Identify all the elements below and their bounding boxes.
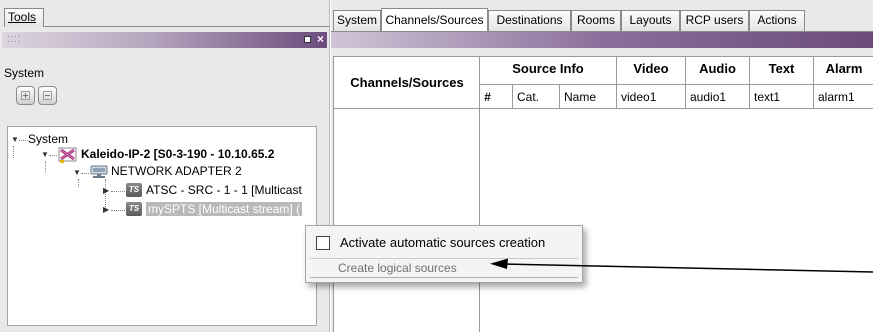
expand-arrow-icon[interactable]: ▶ [103, 202, 109, 217]
tree-item-adapter-label: NETWORK ADAPTER 2 [111, 164, 242, 178]
section-label: System [4, 66, 45, 80]
auto-creation-checkbox[interactable] [316, 236, 330, 250]
column-group-header: Text [750, 57, 814, 85]
column-header-alarm[interactable]: alarm1 [814, 85, 873, 109]
callout-arrow-icon [490, 258, 873, 273]
tab-bar: System Channels/Sources Destinations Roo… [331, 8, 873, 32]
tab-rooms[interactable]: Rooms [571, 10, 621, 31]
tab-channels-sources[interactable]: Channels/Sources [381, 8, 488, 32]
tree-item-stream[interactable]: TS ATSC - SRC - 1 - 1 [Multicast [126, 183, 302, 198]
transport-stream-icon: TS [126, 202, 142, 216]
expand-arrow-icon[interactable]: ▼ [11, 132, 19, 147]
tree-item-network-adapter[interactable]: NETWORK ADAPTER 2 [90, 164, 242, 179]
tab-rcp-users[interactable]: RCP users [680, 10, 749, 31]
tree-item-system[interactable]: System [28, 132, 68, 147]
kaleido-device-icon [58, 147, 78, 163]
menu-item-label: Activate automatic sources creation [340, 235, 546, 250]
menu-item-activate-auto-creation[interactable]: Activate automatic sources creation [310, 231, 578, 255]
row-header-label: Channels/Sources [334, 57, 480, 109]
tab-destinations[interactable]: Destinations [488, 10, 571, 31]
column-group-header: Audio [686, 57, 750, 85]
tree-item-stream-selected[interactable]: TS mySPTS [Multicast stream] ( [126, 202, 303, 217]
panel-titlebar [331, 32, 873, 48]
column-header-name[interactable]: Name [560, 85, 617, 109]
network-adapter-icon [90, 164, 108, 179]
collapse-all-button[interactable] [38, 86, 57, 105]
column-group-header: Video [617, 57, 686, 85]
transport-stream-icon: TS [126, 183, 142, 197]
tab-actions[interactable]: Actions [749, 10, 805, 31]
menu-item-label: Create logical sources [338, 261, 457, 275]
column-header-text[interactable]: text1 [750, 85, 814, 109]
column-header-video[interactable]: video1 [617, 85, 686, 109]
tab-line [44, 26, 330, 27]
drag-grip-icon[interactable]: ⁚⁚⁚⁚ [7, 35, 21, 44]
tab-layouts[interactable]: Layouts [621, 10, 680, 31]
tools-panel: Tools ⁚⁚⁚⁚ × System ▼ System ▼ Kaleido-I… [0, 0, 330, 332]
tree-item-stream-label: mySPTS [Multicast stream] ( [146, 202, 303, 216]
tab-system[interactable]: System [333, 10, 381, 31]
channels-sources-grid[interactable]: Channels/Sources Source Info Video Audio… [333, 56, 873, 332]
column-header-audio[interactable]: audio1 [686, 85, 750, 109]
column-group-header: Alarm [814, 57, 873, 85]
panel-titlebar[interactable]: ⁚⁚⁚⁚ × [2, 32, 327, 48]
system-tree[interactable]: ▼ System ▼ Kaleido-IP-2 [S0-3-190 - 10.1… [7, 126, 317, 326]
column-group-header: Source Info [480, 57, 617, 85]
column-header-number[interactable]: # [480, 85, 513, 109]
expand-arrow-icon[interactable]: ▼ [73, 165, 81, 180]
tree-item-stream-label: ATSC - SRC - 1 - 1 [Multicast [146, 183, 302, 197]
tools-menu-tab[interactable]: Tools [4, 8, 44, 27]
expand-arrow-icon[interactable]: ▶ [103, 183, 109, 198]
tree-item-device-label: Kaleido-IP-2 [S0-3-190 - 10.10.65.2 [81, 147, 275, 161]
expand-all-button[interactable] [16, 86, 35, 105]
column-header-category[interactable]: Cat. [513, 85, 560, 109]
expand-arrow-icon[interactable]: ▼ [41, 147, 49, 162]
row-header-column: Channels/Sources [334, 57, 480, 332]
maximize-icon[interactable] [304, 36, 311, 43]
close-icon[interactable]: × [317, 32, 324, 47]
tree-item-device[interactable]: Kaleido-IP-2 [S0-3-190 - 10.10.65.2 [58, 147, 275, 163]
